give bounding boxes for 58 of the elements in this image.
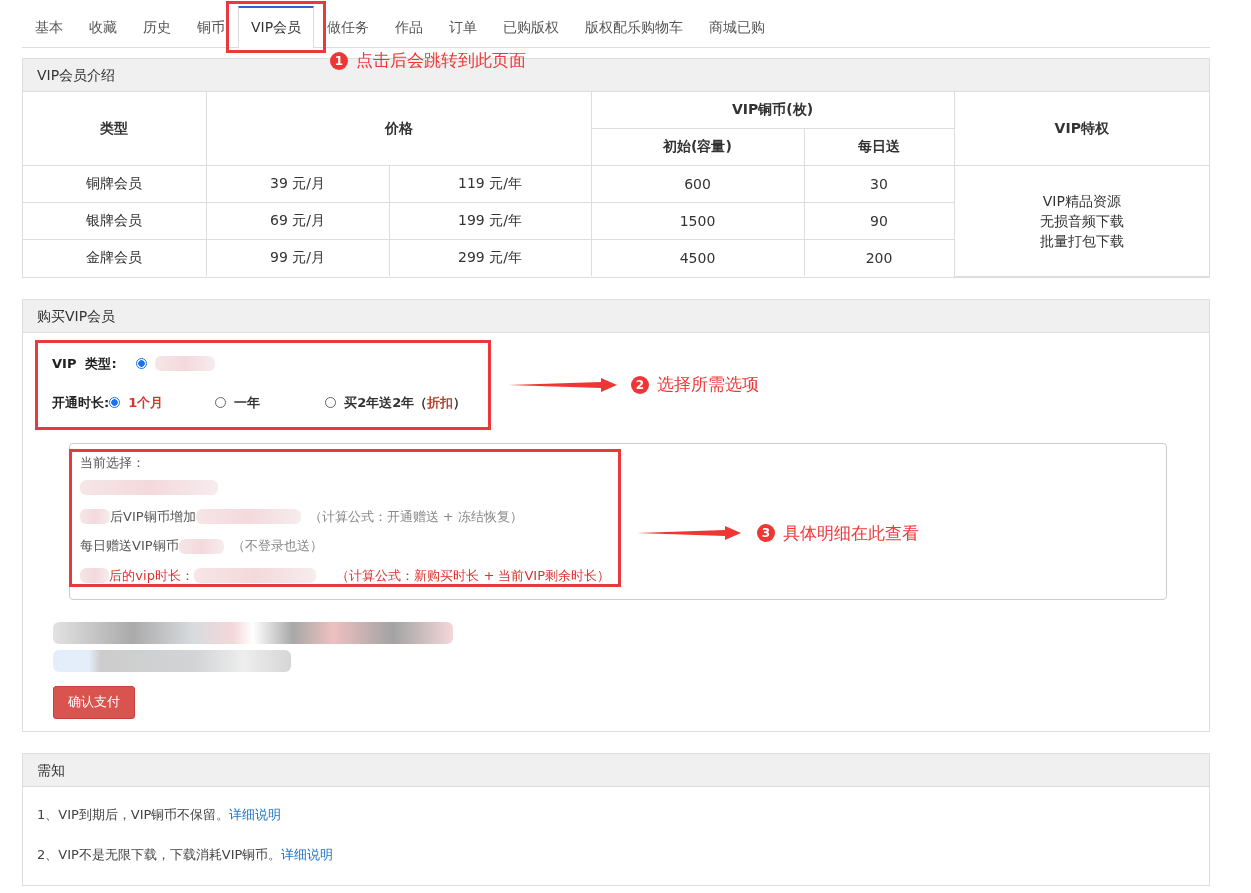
field-label: 开通时长:: [52, 393, 110, 412]
table-cell: 39 元/月: [206, 165, 389, 203]
annotation-text: 选择所需选项: [657, 373, 759, 396]
tab[interactable]: 历史: [130, 6, 184, 48]
table-cell: 金牌会员: [23, 239, 206, 276]
annotation-text: 具体明细在此查看: [783, 521, 919, 545]
table-cell: 30: [804, 165, 954, 203]
annotation-text: 点击后会跳转到此页面: [356, 49, 526, 72]
notice-text: 2、VIP不是无限下载，下载消耗VIP铜币。详细说明: [37, 845, 335, 864]
column-header: VIP特权: [954, 92, 1209, 166]
tab[interactable]: 订单: [436, 6, 491, 48]
confirm-pay-button[interactable]: 确认支付: [53, 685, 135, 719]
redacted-block: [178, 538, 224, 554]
details-link[interactable]: 详细说明: [229, 806, 282, 822]
formula-text: （计算公式：开通赠送 + 冻结恢复）: [308, 507, 523, 526]
redacted-block: [80, 509, 110, 525]
summary-text: 后的vip时长：: [109, 566, 194, 585]
tab[interactable]: 作品: [382, 6, 437, 48]
tab[interactable]: 已购版权: [490, 6, 573, 48]
summary-title: 当前选择：: [80, 453, 145, 472]
redacted-block: [80, 568, 110, 584]
column-header: VIP铜币(枚): [591, 92, 954, 129]
column-header: 类型: [23, 92, 206, 166]
radio-button[interactable]: [109, 397, 121, 408]
number-badge: 3: [757, 524, 775, 542]
column-header: 价格: [206, 92, 591, 166]
formula-text: （不登录也送）: [231, 537, 323, 556]
number-badge: 1: [330, 51, 348, 70]
radio-button[interactable]: [136, 358, 147, 369]
column-header: 初始(容量): [591, 128, 804, 166]
table-cell: 银牌会员: [23, 202, 206, 240]
option-label: 1个月: [128, 393, 164, 412]
tab[interactable]: 基本: [22, 6, 76, 48]
panel-title: 需知: [23, 753, 1209, 787]
tab[interactable]: VIP会员: [238, 6, 315, 49]
tab[interactable]: 铜币: [184, 6, 238, 48]
tab[interactable]: 商城已购: [696, 6, 779, 48]
formula-text: （计算公式：新购买时长 + 当前VIP剩余时长）: [336, 566, 610, 585]
redacted-block: [155, 356, 215, 371]
option-label: 一年: [234, 393, 261, 412]
table-cell: 600: [591, 165, 804, 203]
panel-title: 购买VIP会员: [23, 299, 1209, 333]
table-cell: 200: [804, 239, 954, 276]
option-label: 买2年送2年（折扣）: [344, 393, 467, 412]
notice-text: 1、VIP到期后，VIP铜币不保留。详细说明: [37, 805, 283, 824]
field-label: VIP 类型:: [52, 354, 118, 373]
table-cell: 119 元/年: [389, 165, 591, 203]
table-cell: 69 元/月: [206, 202, 389, 240]
summary-text: 后VIP铜币增加: [110, 507, 196, 526]
summary-text: 每日赠送VIP铜币: [80, 537, 179, 556]
table-cell: 1500: [591, 202, 804, 240]
tab[interactable]: 版权配乐购物车: [572, 6, 697, 48]
tab[interactable]: 收藏: [76, 6, 130, 48]
table-cell: 铜牌会员: [23, 165, 206, 203]
number-badge: 2: [631, 375, 649, 394]
details-link[interactable]: 详细说明: [281, 846, 334, 862]
table-cell: 199 元/年: [389, 202, 591, 240]
tab[interactable]: 做任务: [314, 6, 383, 48]
